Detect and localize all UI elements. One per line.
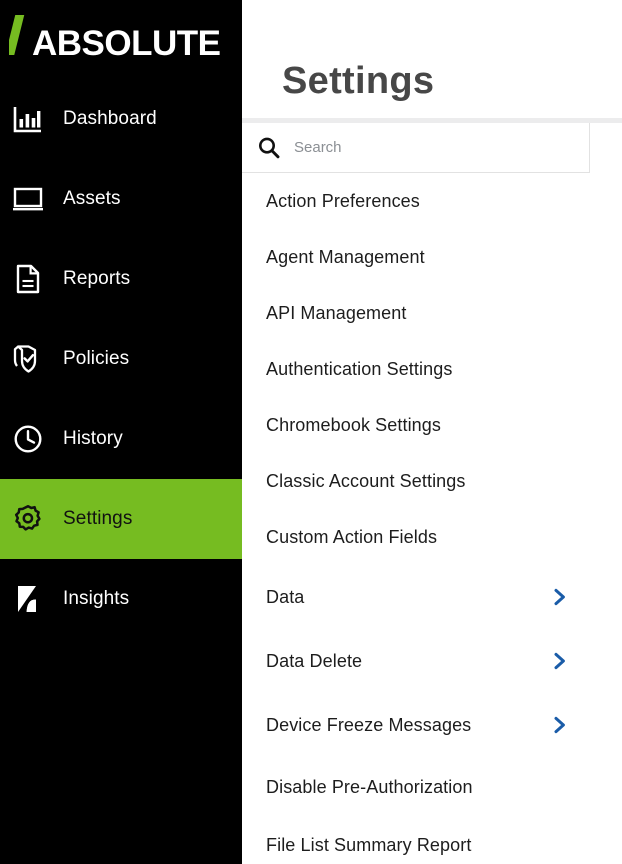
list-item-label: Data [266, 586, 305, 607]
chevron-right-icon[interactable] [552, 716, 568, 734]
brand-logo[interactable]: ABSOLUTE [0, 0, 242, 78]
sidebar-item-label: Assets [63, 188, 121, 209]
list-item-api-management[interactable]: API Management [242, 285, 590, 341]
shield-check-icon [11, 342, 45, 376]
sidebar-item-history[interactable]: History [0, 399, 242, 479]
list-item-agent-management[interactable]: Agent Management [242, 229, 590, 285]
list-item-label: Custom Action Fields [266, 526, 438, 547]
insights-logo-icon [11, 582, 45, 616]
sidebar-item-policies[interactable]: Policies [0, 319, 242, 399]
list-item-label: Data Delete [266, 650, 363, 671]
document-icon [11, 262, 45, 296]
bar-chart-icon [11, 102, 45, 136]
list-item-label: Agent Management [266, 246, 425, 267]
sidebar-item-label: Policies [63, 348, 130, 369]
list-item-label: Classic Account Settings [266, 470, 466, 491]
sidebar-item-reports[interactable]: Reports [0, 239, 242, 319]
list-item-custom-action-fields[interactable]: Custom Action Fields [242, 509, 590, 565]
search-bar[interactable] [242, 123, 590, 173]
list-item-authentication-settings[interactable]: Authentication Settings [242, 341, 590, 397]
sidebar-item-label: Reports [63, 268, 131, 289]
brand-name: ABSOLUTE [32, 23, 221, 63]
search-input[interactable] [294, 139, 544, 156]
settings-menu-list: Action Preferences Agent Management API … [242, 173, 622, 864]
list-item-label: API Management [266, 302, 407, 323]
settings-panel: Settings Action Preferences Agent Manage… [242, 0, 622, 864]
clock-icon [11, 422, 45, 456]
list-item-label: File List Summary Report [266, 834, 472, 855]
sidebar-item-label: Settings [63, 508, 133, 529]
search-icon [256, 135, 282, 161]
list-item-label: Disable Pre-Authorization [266, 776, 473, 797]
list-item-label: Chromebook Settings [266, 414, 441, 435]
sidebar-item-insights[interactable]: Insights [0, 559, 242, 639]
sidebar-item-label: Insights [63, 588, 130, 609]
list-item-action-preferences[interactable]: Action Preferences [242, 173, 590, 229]
laptop-icon [11, 182, 45, 216]
absolute-logo-slash-icon [9, 15, 31, 55]
list-item-chromebook-settings[interactable]: Chromebook Settings [242, 397, 590, 453]
list-item-label: Device Freeze Messages [266, 714, 472, 735]
list-item-label: Action Preferences [266, 190, 420, 211]
sidebar-navigation: ABSOLUTE Dashboard Assets Reports Polici… [0, 0, 242, 864]
sidebar-item-settings[interactable]: Settings [0, 479, 242, 559]
chevron-right-icon[interactable] [552, 652, 568, 670]
list-item-label: Authentication Settings [266, 358, 453, 379]
list-item-file-list-summary-report[interactable]: File List Summary Report [242, 817, 590, 864]
list-item-classic-account-settings[interactable]: Classic Account Settings [242, 453, 590, 509]
list-item-data-delete[interactable]: Data Delete [242, 629, 590, 693]
settings-page: ABSOLUTE Dashboard Assets Reports Polici… [0, 0, 622, 864]
page-title: Settings [282, 60, 435, 102]
sidebar-item-label: Dashboard [63, 108, 157, 129]
sidebar-item-label: History [63, 428, 123, 449]
chevron-right-icon[interactable] [552, 588, 568, 606]
list-item-disable-pre-authorization[interactable]: Disable Pre-Authorization [242, 757, 590, 817]
gear-icon [11, 502, 45, 536]
sidebar-item-dashboard[interactable]: Dashboard [0, 79, 242, 159]
sidebar-item-assets[interactable]: Assets [0, 159, 242, 239]
list-item-device-freeze-messages[interactable]: Device Freeze Messages [242, 693, 590, 757]
list-item-data[interactable]: Data [242, 565, 590, 629]
